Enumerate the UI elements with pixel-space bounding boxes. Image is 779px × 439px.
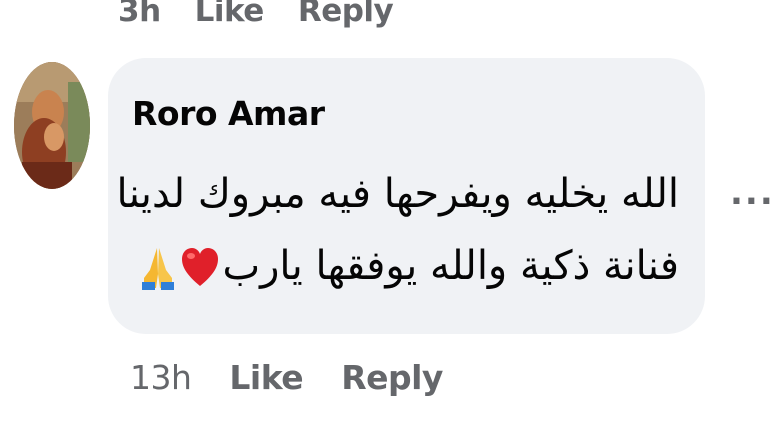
avatar-photo [14, 62, 90, 189]
comment-bubble: Roro Amar الله يخليه ويفرحها فيه مبروك ل… [108, 58, 705, 334]
comment-time[interactable]: 13h [130, 358, 192, 397]
avatar[interactable] [14, 62, 90, 189]
comment-actions: 13h Like Reply [130, 352, 443, 402]
previous-like-button[interactable]: Like [195, 0, 265, 29]
comment-text-line-1: الله يخليه ويفرحها فيه مبروك لدينا [116, 171, 679, 217]
previous-comment-actions: 3h Like Reply [118, 0, 394, 36]
heart-emoji-icon [180, 244, 220, 292]
previous-comment-time[interactable]: 3h [118, 0, 161, 29]
more-options-button[interactable]: ... [730, 176, 773, 218]
comment-thread: 3h Like Reply Roro Amar الله يخليه ويفرح… [0, 0, 779, 439]
comment-author[interactable]: Roro Amar [132, 94, 325, 133]
reply-button[interactable]: Reply [341, 358, 443, 397]
like-button[interactable]: Like [229, 358, 303, 397]
comment-text: الله يخليه ويفرحها فيه مبروك لدينا فنانة… [116, 158, 679, 302]
previous-reply-button[interactable]: Reply [298, 0, 394, 29]
comment-text-line-2: فنانة ذكية والله يوفقها يارب [119, 230, 679, 302]
folded-hands-emoji-icon [138, 244, 178, 292]
comment-text-line-2-words: فنانة ذكية والله يوفقها يارب [222, 243, 679, 289]
